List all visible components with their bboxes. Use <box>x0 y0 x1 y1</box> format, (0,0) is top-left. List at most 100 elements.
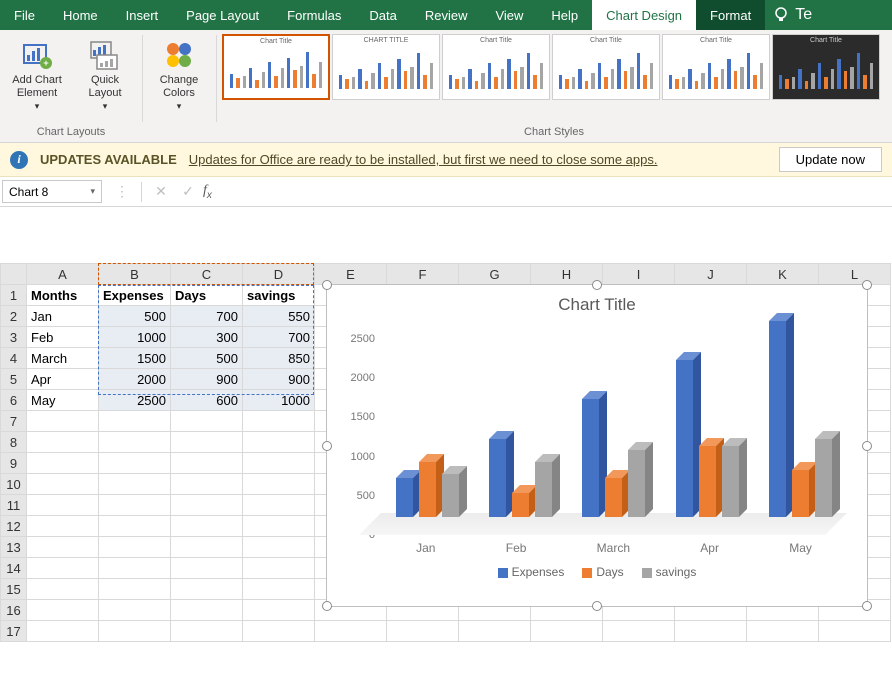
chart-bar[interactable] <box>605 478 622 517</box>
tell-me[interactable]: Te <box>765 0 820 30</box>
cell[interactable]: Expenses <box>99 285 171 306</box>
column-header[interactable]: B <box>99 264 171 285</box>
cell[interactable] <box>27 621 99 642</box>
cell[interactable]: 900 <box>171 369 243 390</box>
chart-style-thumb[interactable]: CHART TITLE <box>332 34 440 100</box>
cell[interactable] <box>171 600 243 621</box>
cell[interactable] <box>171 411 243 432</box>
tab-file[interactable]: File <box>0 0 49 30</box>
legend-entry[interactable]: Expenses <box>498 565 565 579</box>
cell[interactable] <box>99 411 171 432</box>
cell[interactable]: 1500 <box>99 348 171 369</box>
cell[interactable]: 500 <box>171 348 243 369</box>
cell[interactable] <box>819 621 891 642</box>
chart-bar[interactable] <box>419 462 436 517</box>
cell[interactable]: 300 <box>171 327 243 348</box>
tab-view[interactable]: View <box>481 0 537 30</box>
row-header[interactable]: 9 <box>1 453 27 474</box>
cell[interactable]: Jan <box>27 306 99 327</box>
cell[interactable] <box>243 516 315 537</box>
chart-bar[interactable] <box>582 399 599 517</box>
column-header[interactable]: D <box>243 264 315 285</box>
column-header[interactable]: G <box>459 264 531 285</box>
cell[interactable]: 600 <box>171 390 243 411</box>
chart-plot-area[interactable]: 05001000150020002500 <box>381 321 847 535</box>
cell[interactable]: 700 <box>171 306 243 327</box>
cell[interactable] <box>243 495 315 516</box>
legend-entry[interactable]: savings <box>642 565 697 579</box>
tab-chart-design[interactable]: Chart Design <box>592 0 696 30</box>
row-header[interactable]: 16 <box>1 600 27 621</box>
cell[interactable]: savings <box>243 285 315 306</box>
quick-layout-button[interactable]: Quick Layout ▾ <box>74 34 136 112</box>
cell[interactable] <box>747 621 819 642</box>
cell[interactable] <box>171 474 243 495</box>
cell[interactable] <box>243 411 315 432</box>
row-header[interactable]: 1 <box>1 285 27 306</box>
update-now-button[interactable]: Update now <box>779 147 882 172</box>
chart-bar[interactable] <box>769 321 786 517</box>
column-header[interactable]: L <box>819 264 891 285</box>
row-header[interactable]: 11 <box>1 495 27 516</box>
chart-style-thumb[interactable]: Chart Title <box>442 34 550 100</box>
column-header[interactable]: F <box>387 264 459 285</box>
cell[interactable] <box>243 537 315 558</box>
cell[interactable]: 700 <box>243 327 315 348</box>
cell[interactable] <box>99 579 171 600</box>
change-colors-button[interactable]: Change Colors ▾ <box>148 34 210 112</box>
cell[interactable]: 1000 <box>99 327 171 348</box>
row-header[interactable]: 3 <box>1 327 27 348</box>
tab-page-layout[interactable]: Page Layout <box>172 0 273 30</box>
cell[interactable] <box>99 432 171 453</box>
select-all-corner[interactable] <box>1 264 27 285</box>
cell[interactable] <box>243 453 315 474</box>
chart-style-thumb[interactable]: Chart Title <box>772 34 880 100</box>
chart-style-thumb[interactable]: Chart Title <box>222 34 330 100</box>
cell[interactable]: Feb <box>27 327 99 348</box>
chart-bar[interactable] <box>815 439 832 517</box>
tab-formulas[interactable]: Formulas <box>273 0 355 30</box>
cell[interactable]: 500 <box>99 306 171 327</box>
legend-entry[interactable]: Days <box>582 565 623 579</box>
column-header[interactable]: C <box>171 264 243 285</box>
row-header[interactable]: 5 <box>1 369 27 390</box>
chart-bar[interactable] <box>442 474 459 517</box>
chart-bar[interactable] <box>535 462 552 517</box>
cell[interactable] <box>99 474 171 495</box>
enter-formula-icon[interactable]: ✓ <box>176 181 200 203</box>
fx-icon[interactable]: fx <box>203 183 212 201</box>
cell[interactable] <box>243 474 315 495</box>
chart-style-thumb[interactable]: Chart Title <box>662 34 770 100</box>
cell[interactable]: 2000 <box>99 369 171 390</box>
chart-style-thumb[interactable]: Chart Title <box>552 34 660 100</box>
row-header[interactable]: 13 <box>1 537 27 558</box>
tab-home[interactable]: Home <box>49 0 112 30</box>
cell[interactable] <box>27 600 99 621</box>
cell[interactable] <box>99 600 171 621</box>
column-header[interactable]: I <box>603 264 675 285</box>
tab-help[interactable]: Help <box>537 0 592 30</box>
cell[interactable]: 2500 <box>99 390 171 411</box>
cell[interactable] <box>387 621 459 642</box>
cell[interactable] <box>171 432 243 453</box>
cell[interactable] <box>99 558 171 579</box>
add-chart-element-button[interactable]: + Add Chart Element ▾ <box>6 34 68 112</box>
cell[interactable] <box>99 621 171 642</box>
cell[interactable] <box>171 495 243 516</box>
cell[interactable] <box>171 453 243 474</box>
row-header[interactable]: 8 <box>1 432 27 453</box>
cell[interactable] <box>243 621 315 642</box>
column-header[interactable]: K <box>747 264 819 285</box>
embedded-chart[interactable]: Chart Title 05001000150020002500 JanFebM… <box>326 284 868 607</box>
cell[interactable] <box>603 621 675 642</box>
cell[interactable]: May <box>27 390 99 411</box>
cell[interactable] <box>243 432 315 453</box>
chart-bar[interactable] <box>676 360 693 517</box>
cell[interactable] <box>675 621 747 642</box>
cell[interactable] <box>243 558 315 579</box>
row-header[interactable]: 4 <box>1 348 27 369</box>
row-header[interactable]: 17 <box>1 621 27 642</box>
cell[interactable]: 850 <box>243 348 315 369</box>
cancel-formula-icon[interactable]: ✕ <box>149 181 173 203</box>
cell[interactable] <box>27 558 99 579</box>
